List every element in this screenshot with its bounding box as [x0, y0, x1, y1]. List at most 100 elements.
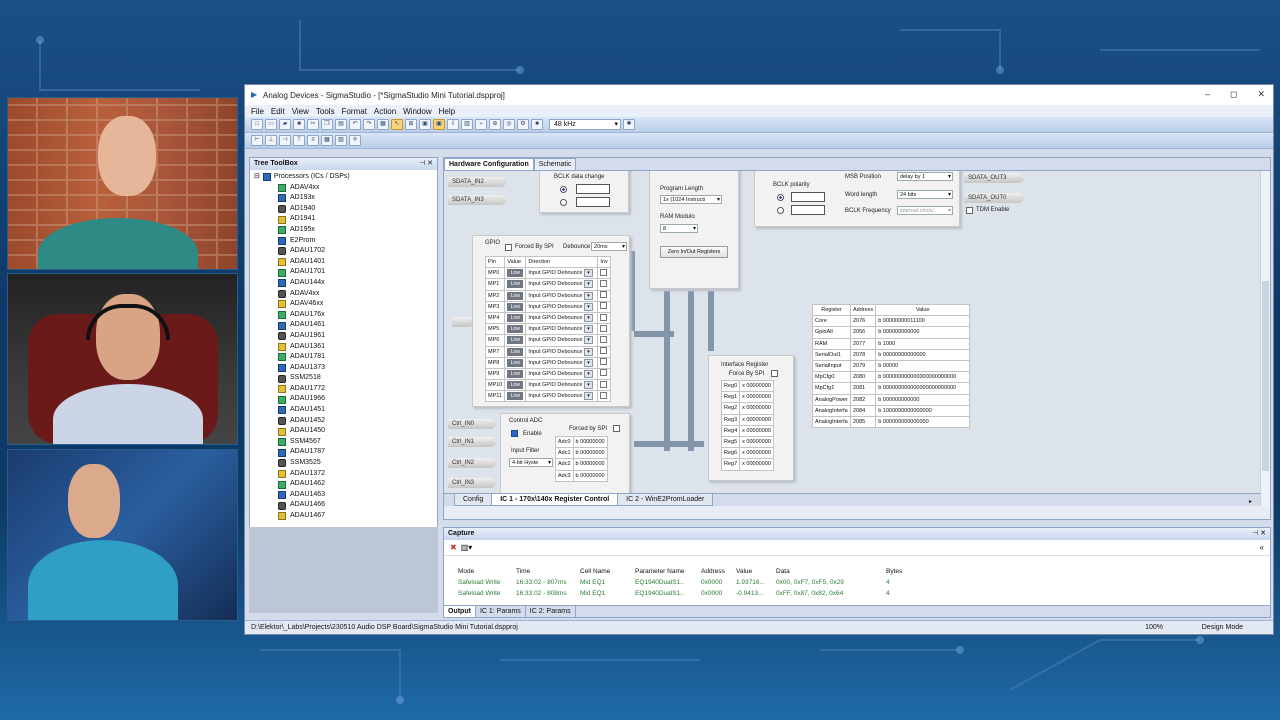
register-value[interactable]: b 000000000000000 [875, 415, 971, 429]
dropdown-icon[interactable]: ▾ [584, 369, 594, 378]
gpio-inv-checkbox[interactable] [600, 347, 608, 355]
tree-item[interactable]: SSM2518 [254, 373, 433, 384]
gpio-value-button[interactable]: Low [507, 302, 524, 311]
register-value[interactable]: b 000000000000000000000000 [875, 382, 971, 395]
gpio-inv-checkbox[interactable] [600, 324, 608, 332]
menu-format[interactable]: Format [342, 107, 367, 116]
word-length-select[interactable]: 24 bits [897, 190, 953, 199]
collapse-icon[interactable]: ⊟ [254, 172, 260, 183]
bclk-falling-radio[interactable] [560, 199, 567, 206]
capture-icon[interactable]: ◎ [503, 119, 515, 130]
gpio-value-button[interactable]: Low [507, 347, 524, 356]
layout-icon[interactable]: ▥ [461, 119, 473, 130]
menu-tools[interactable]: Tools [316, 107, 335, 116]
gpio-value-button[interactable]: Low [507, 291, 524, 300]
dropdown-icon[interactable]: ▾ [584, 381, 594, 390]
gpio-value-button[interactable]: Low [507, 358, 524, 367]
bclk-frequency-select[interactable]: internal clock/.. [897, 206, 953, 215]
register-value[interactable]: b 1000 [875, 337, 971, 350]
toolbox-pin-close[interactable]: ⊣ ✕ [419, 158, 433, 170]
tree-item[interactable]: ADAU1451 [254, 405, 433, 416]
dropdown-icon[interactable]: ▾ [584, 269, 594, 278]
bclk-polarity-radio-2[interactable] [777, 207, 784, 214]
snap-icon[interactable]: ✛ [349, 135, 361, 146]
tree-item[interactable]: ADAU1702 [254, 246, 433, 257]
undo-icon[interactable]: ↶ [349, 119, 361, 130]
tree-item[interactable]: ADAU1373 [254, 363, 433, 374]
gpio-direction[interactable]: Input GPIO Debounce [528, 315, 582, 321]
cut-icon[interactable]: ✂ [307, 119, 319, 130]
register-value[interactable]: b 00000000011100 [875, 315, 971, 328]
compile-icon[interactable]: ▣ [419, 119, 431, 130]
gpio-direction[interactable]: Input GPIO Debounce [528, 270, 582, 276]
probe-icon[interactable]: ⊕ [489, 119, 501, 130]
tree-item[interactable]: ADAU1466 [254, 500, 433, 511]
link-icon[interactable]: ⊞ [405, 119, 417, 130]
gpio-direction[interactable]: Input GPIO Debounce [528, 393, 582, 399]
dropdown-icon[interactable]: ▾ [584, 336, 594, 345]
save-icon[interactable]: ■ [293, 119, 305, 130]
register-value[interactable]: b 00000 [875, 359, 971, 373]
columns-icon[interactable]: ▥▾ [461, 543, 473, 552]
gpio-value-button[interactable]: Low [507, 314, 524, 323]
new-icon[interactable]: □ [251, 119, 263, 130]
wire-icon[interactable]: ⌁ [475, 119, 487, 130]
align-center-icon[interactable]: ⊥ [265, 135, 277, 146]
tree-item[interactable]: ADAU1462 [254, 479, 433, 490]
gpio-value-button[interactable]: Low [507, 280, 524, 289]
adc-value[interactable]: b 00000000 [572, 469, 608, 482]
gpio-inv-checkbox[interactable] [600, 369, 608, 377]
iface-reg-value[interactable]: x 00000000 [739, 424, 774, 437]
gpio-direction[interactable]: Input GPIO Debounce [528, 349, 582, 355]
grid-icon[interactable]: ▦ [377, 119, 389, 130]
adc-value[interactable]: b 00000000 [572, 435, 608, 449]
iface-reg-value[interactable]: x 00000000 [739, 379, 774, 393]
tab-ic1-register-control[interactable]: IC 1 - 170x\140x Register Control [491, 494, 619, 506]
distribute-icon[interactable]: ≡ [307, 135, 319, 146]
tree-item[interactable]: ADAU1961 [254, 331, 433, 342]
ctrl-in3-pin[interactable]: Ctrl_IN3 [448, 478, 496, 488]
gpio-forced-by-spi-checkbox[interactable] [505, 244, 512, 251]
redo-icon[interactable]: ↷ [363, 119, 375, 130]
gpio-input-pin[interactable] [452, 317, 474, 327]
program-length-select[interactable]: 1x (1024 Instructi [660, 195, 722, 204]
pointer-icon[interactable]: ↖ [391, 119, 403, 130]
dropdown-icon[interactable]: ▾ [584, 280, 594, 289]
register-value[interactable]: b 000000000000 [875, 326, 971, 339]
tree-item[interactable]: ADAU1461 [254, 320, 433, 331]
maximize-button[interactable]: ◻ [1230, 89, 1237, 100]
input-filter-select[interactable]: 4-bit Hyste [509, 458, 553, 467]
menu-edit[interactable]: Edit [271, 107, 285, 116]
scrollbar-thumb[interactable] [1262, 281, 1269, 471]
gpio-inv-checkbox[interactable] [600, 279, 608, 287]
tree-item[interactable]: SSM4567 [254, 437, 433, 448]
gpio-direction[interactable]: Input GPIO Debounce [528, 360, 582, 366]
iface-reg-value[interactable]: x 00000000 [739, 458, 774, 471]
hardware-canvas[interactable]: SDATA_IN2 SDATA_IN3 BCLK data change Pro… [444, 171, 1262, 506]
gpio-inv-checkbox[interactable] [600, 268, 608, 276]
debounce-select[interactable]: 20ms [591, 242, 627, 251]
tree-item[interactable]: AD195x [254, 225, 433, 236]
open-icon[interactable]: ▭ [265, 119, 277, 130]
gpio-inv-checkbox[interactable] [600, 302, 608, 310]
tree-item[interactable]: ADAU1787 [254, 447, 433, 458]
gpio-value-button[interactable]: Low [507, 392, 524, 401]
gpio-direction[interactable]: Input GPIO Debounce [528, 371, 582, 377]
dropdown-icon[interactable]: ▾ [584, 358, 594, 367]
dropdown-icon[interactable]: ▾ [584, 291, 594, 300]
tree-item[interactable]: ADAU1361 [254, 342, 433, 353]
minimize-button[interactable]: – [1205, 89, 1210, 100]
scroll-right-icon[interactable]: ▸ [1249, 498, 1252, 505]
bclk-rising-radio[interactable] [560, 186, 567, 193]
bclk-polarity-radio-1[interactable] [777, 194, 784, 201]
adc-value[interactable]: b 00000000 [572, 447, 608, 460]
link-compile-icon[interactable]: ▣ [433, 119, 445, 130]
open-folder-icon[interactable]: ▰ [279, 119, 291, 130]
tab-hardware-configuration[interactable]: Hardware Configuration [444, 158, 534, 170]
iface-forced-checkbox[interactable] [771, 370, 778, 377]
dropdown-icon[interactable]: ▾ [584, 392, 594, 401]
tree-item[interactable]: ADAU1450 [254, 426, 433, 437]
gpio-inv-checkbox[interactable] [600, 291, 608, 299]
tree-item[interactable]: ADAU144x [254, 278, 433, 289]
sdata-in2-pin[interactable]: SDATA_IN2 [448, 177, 506, 187]
